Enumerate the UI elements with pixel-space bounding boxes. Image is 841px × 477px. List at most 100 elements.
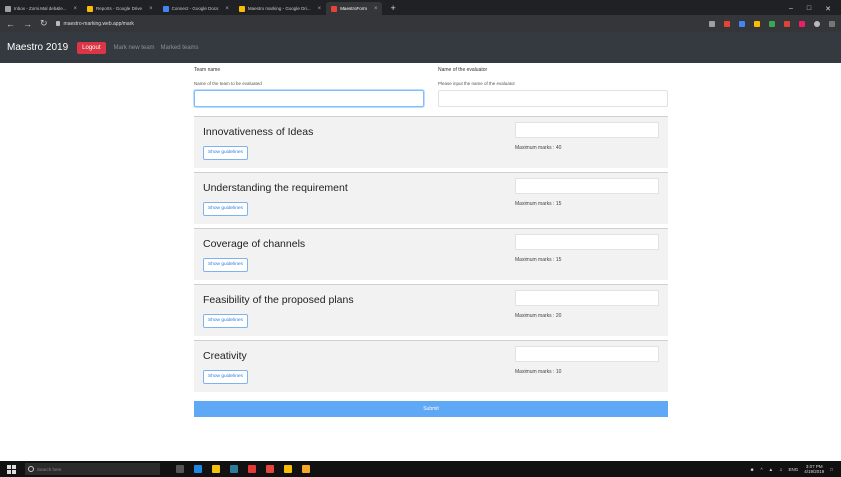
browser-tab[interactable]: Maestro marking - Google Dri... × — [234, 2, 326, 15]
browser-tab-active[interactable]: MaestroForm × — [326, 2, 383, 15]
team-name-group: Team name Name of the team to be evaluat… — [194, 67, 424, 107]
nav-link-marked-teams[interactable]: Marked teams — [161, 45, 199, 51]
extension-icon[interactable] — [739, 20, 745, 27]
extensions-area — [709, 20, 835, 27]
logout-button[interactable]: Logout — [77, 41, 106, 54]
tab-label: Connect - Google Docs — [171, 6, 219, 11]
criterion-card: Coverage of channels Show guidelines Max… — [194, 228, 668, 280]
address-bar: ← → ↻ maestro-marking.web.app/mark — [0, 15, 841, 32]
volume-icon[interactable]: ♫ — [779, 467, 782, 472]
marks-input[interactable] — [515, 122, 659, 138]
marks-input[interactable] — [515, 234, 659, 250]
evaluator-name-label: Name of the evaluator — [438, 67, 488, 73]
back-arrow-icon[interactable]: ← — [6, 19, 15, 29]
evaluator-name-group: Name of the evaluator Please input the n… — [438, 67, 668, 107]
tab-label: Reports - Google Drive — [96, 6, 143, 11]
tray-chevron-up-icon[interactable]: ^ — [761, 467, 763, 472]
network-icon[interactable]: ▲ — [769, 467, 773, 472]
marks-input[interactable] — [515, 346, 659, 362]
maximum-marks: Maximum marks : 20 — [515, 313, 562, 319]
extension-icon[interactable] — [754, 20, 760, 27]
clock-date: 4/19/2019 — [804, 469, 825, 474]
close-tab-icon[interactable]: × — [225, 6, 229, 12]
extension-icon[interactable] — [769, 20, 775, 27]
team-name-input[interactable] — [194, 90, 424, 107]
show-guidelines-button[interactable]: Show guidelines — [203, 202, 248, 216]
maximize-icon[interactable]: □ — [807, 5, 811, 12]
criterion-title: Coverage of channels — [203, 238, 306, 250]
app-icon[interactable] — [302, 465, 310, 473]
menu-dots-icon[interactable] — [829, 20, 835, 27]
extension-icon[interactable] — [784, 20, 790, 27]
url-text: maestro-marking.web.app/mark — [63, 20, 134, 27]
criterion-card: Feasibility of the proposed plans Show g… — [194, 284, 668, 336]
marks-input[interactable] — [515, 178, 659, 194]
app-navbar: Maestro 2019 Logout Mark new team Marked… — [0, 32, 841, 63]
criterion-title: Understanding the requirement — [203, 182, 348, 194]
criterion-card: Innovativeness of Ideas Show guidelines … — [194, 116, 668, 168]
close-window-icon[interactable]: ✕ — [825, 5, 831, 13]
tab-label: Inbox - Zomi.Mal deb&le... — [14, 6, 67, 11]
language-indicator[interactable]: ENG — [788, 467, 798, 472]
criterion-card: Understanding the requirement Show guide… — [194, 172, 668, 224]
maximum-marks: Maximum marks : 15 — [515, 201, 562, 207]
evaluator-name-input[interactable] — [438, 90, 668, 107]
nav-link-mark-new-team[interactable]: Mark new team — [114, 45, 155, 51]
people-icon[interactable]: ☻ — [750, 467, 755, 472]
forward-arrow-icon[interactable]: → — [23, 19, 32, 29]
show-guidelines-button[interactable]: Show guidelines — [203, 314, 248, 328]
show-guidelines-button[interactable]: Show guidelines — [203, 370, 248, 384]
team-name-help: Name of the team to be evaluated — [194, 81, 262, 86]
extension-icon[interactable] — [724, 20, 730, 27]
taskbar-clock[interactable]: 3:07 PM 4/19/2019 — [804, 464, 824, 474]
windows-start-icon[interactable] — [7, 464, 17, 474]
show-guidelines-button[interactable]: Show guidelines — [203, 258, 248, 272]
brand[interactable]: Maestro 2019 — [7, 42, 68, 53]
evaluator-name-help: Please input the name of the evaluator — [438, 81, 516, 86]
criterion-card: Creativity Show guidelines Maximum marks… — [194, 340, 668, 392]
app-icon[interactable] — [284, 465, 292, 473]
opera-icon[interactable] — [248, 465, 256, 473]
profile-avatar-icon[interactable] — [814, 20, 820, 27]
close-tab-icon[interactable]: × — [374, 6, 378, 12]
app-icon[interactable] — [266, 465, 274, 473]
criterion-title: Innovativeness of Ideas — [203, 126, 314, 138]
bookmark-star-icon[interactable] — [709, 20, 715, 27]
browser-tab-bar: Inbox - Zomi.Mal deb&le... × Reports - G… — [0, 0, 841, 15]
extension-icon[interactable] — [799, 20, 805, 27]
tab-favicon-icon — [87, 5, 94, 12]
os-taskbar: Search here ☻ ^ ▲ ♫ ENG 3:07 PM 4/19/201… — [0, 461, 841, 477]
browser-tab[interactable]: Inbox - Zomi.Mal deb&le... × — [0, 2, 82, 15]
criterion-title: Creativity — [203, 350, 247, 362]
reload-icon[interactable]: ↻ — [40, 18, 48, 29]
tab-favicon-icon — [162, 5, 169, 12]
cortana-icon — [28, 466, 34, 472]
minimize-icon[interactable]: – — [789, 5, 793, 12]
maximum-marks: Maximum marks : 40 — [515, 145, 562, 151]
tab-favicon-icon — [331, 5, 338, 12]
lock-icon — [55, 21, 60, 26]
team-name-label: Team name — [194, 67, 221, 73]
show-guidelines-button[interactable]: Show guidelines — [203, 146, 248, 160]
browser-tab[interactable]: Reports - Google Drive × — [82, 2, 158, 15]
edge-icon[interactable] — [194, 465, 202, 473]
maximum-marks: Maximum marks : 10 — [515, 369, 562, 375]
tab-label: MaestroForm — [340, 6, 367, 11]
new-tab-button[interactable]: + — [382, 2, 403, 15]
tab-favicon-icon — [238, 5, 245, 12]
task-view-icon[interactable] — [176, 465, 184, 473]
marking-form: Team name Name of the team to be evaluat… — [194, 67, 668, 417]
tab-favicon-icon — [5, 5, 11, 12]
close-tab-icon[interactable]: × — [74, 6, 78, 12]
browser-tab[interactable]: Connect - Google Docs × — [158, 2, 234, 15]
taskbar-search-box[interactable]: Search here — [25, 463, 160, 475]
tab-label: Maestro marking - Google Dri... — [247, 6, 311, 11]
store-icon[interactable] — [230, 465, 238, 473]
close-tab-icon[interactable]: × — [318, 6, 322, 12]
file-explorer-icon[interactable] — [212, 465, 220, 473]
notifications-icon[interactable]: □ — [830, 467, 833, 472]
close-tab-icon[interactable]: × — [149, 6, 153, 12]
marks-input[interactable] — [515, 290, 659, 306]
url-field[interactable]: maestro-marking.web.app/mark — [55, 20, 134, 27]
submit-button[interactable]: Submit — [194, 401, 668, 417]
